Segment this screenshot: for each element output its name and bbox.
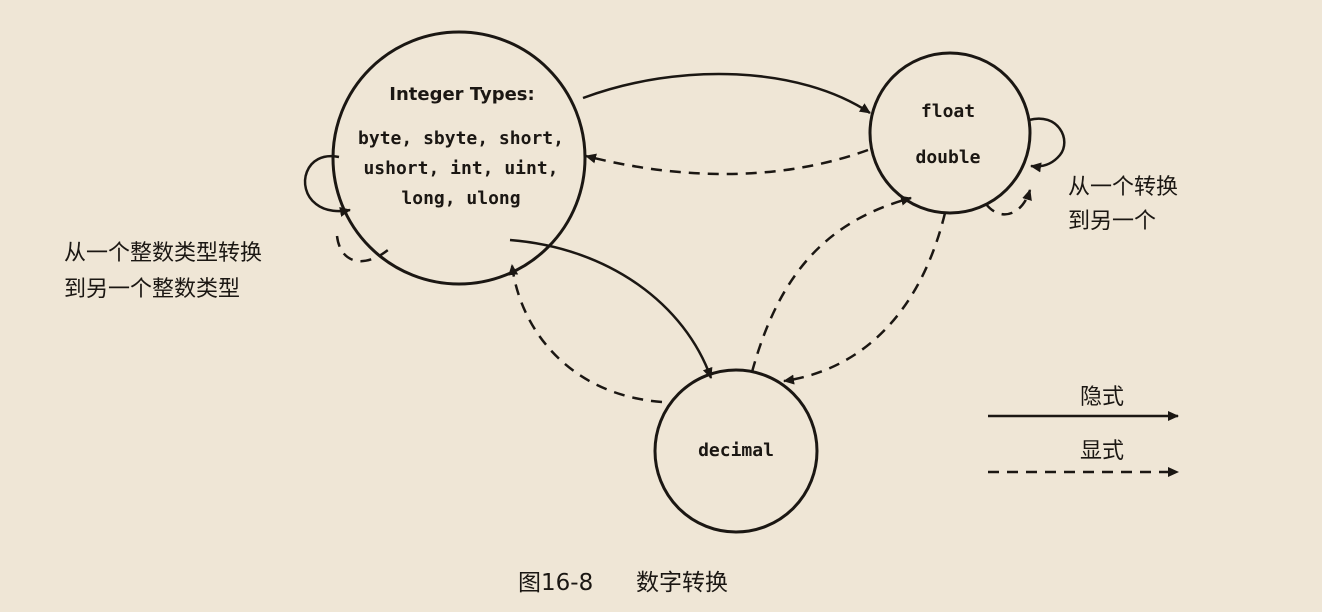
- legend-explicit-label: 显式: [1080, 439, 1124, 464]
- integer-self-note-line-1: 从一个整数类型转换: [64, 241, 262, 266]
- integer-node-line-2: ushort, int, uint,: [363, 158, 558, 179]
- float-node-line-2: double: [915, 147, 980, 168]
- caption-number: 图16-8: [518, 570, 593, 596]
- edge-integer-to-decimal-implicit: [509, 238, 713, 379]
- float-node-line-1: float: [921, 101, 975, 122]
- integer-node-heading: Integer Types:: [389, 84, 534, 105]
- edge-float-to-decimal-explicit: [783, 212, 947, 385]
- legend-implicit-label: 隐式: [1080, 385, 1124, 410]
- float-double-node: [868, 51, 1032, 215]
- edge-float-to-integer-explicit: [585, 148, 869, 176]
- figure-caption: 图16-8 数字转换: [518, 570, 728, 596]
- diagram-canvas: Integer Types: byte, sbyte, short, ushor…: [64, 30, 1179, 596]
- numeric-conversion-diagram: Integer Types: byte, sbyte, short, ushor…: [0, 0, 1322, 608]
- integer-node-line-3: long, ulong: [401, 188, 520, 209]
- edge-float-self-loop: [1028, 117, 1066, 173]
- integer-self-note-line-2: 到另一个整数类型: [64, 277, 240, 302]
- decimal-node-label: decimal: [698, 440, 774, 461]
- edge-integer-self-loop: [303, 154, 351, 217]
- legend: 隐式 显式: [988, 385, 1179, 477]
- integer-node-line-1: byte, sbyte, short,: [358, 128, 564, 149]
- edge-integer-to-float-implicit: [582, 72, 871, 115]
- float-self-note-line-1: 从一个转换: [1068, 175, 1178, 200]
- float-self-note-line-2: 到另一个: [1068, 209, 1156, 234]
- edge-decimal-to-float-explicit: [750, 195, 912, 373]
- caption-title: 数字转换: [636, 570, 728, 596]
